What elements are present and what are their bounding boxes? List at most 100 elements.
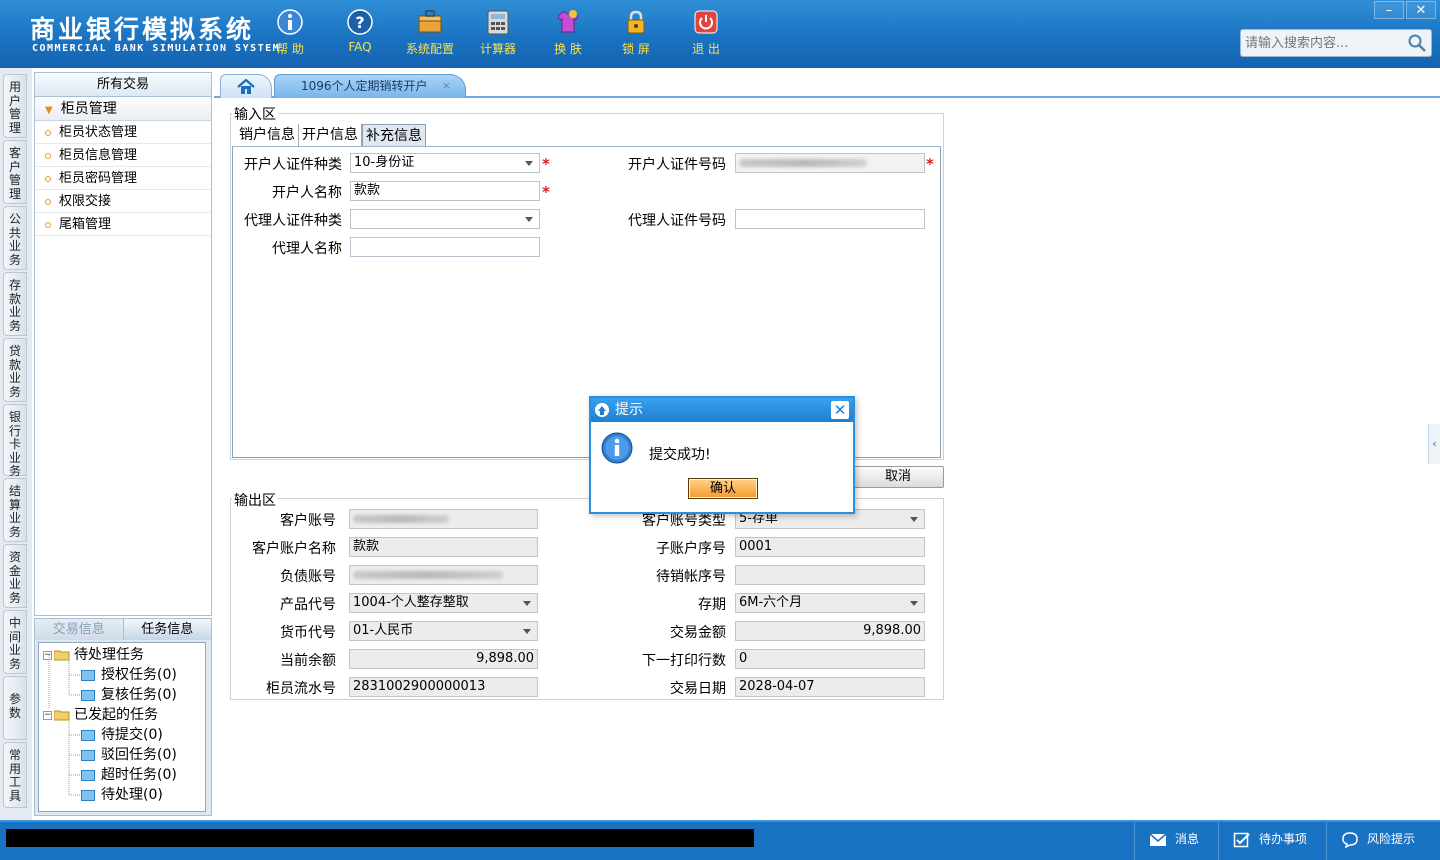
shirt-icon xyxy=(557,10,579,33)
info-icon xyxy=(277,9,303,35)
tree-node-label: 超时任务(0) xyxy=(101,767,177,783)
dropdown-arrow-icon xyxy=(525,217,533,222)
tab-transaction-info[interactable]: 交易信息 xyxy=(35,619,123,640)
messages-button[interactable]: 消息 xyxy=(1134,822,1214,860)
help-button[interactable]: 帮 助 xyxy=(258,8,322,57)
acct-name-label: 客户账户名称 xyxy=(252,541,336,557)
agent-id-type-select[interactable] xyxy=(350,209,540,229)
pending-seq-field xyxy=(735,565,925,585)
tab-current-transaction[interactable]: 1096个人定期销转开户 × xyxy=(274,74,466,98)
help-icon: ? xyxy=(347,9,373,35)
menu-item-label: 柜员密码管理 xyxy=(59,171,138,186)
info-icon xyxy=(601,432,633,464)
currency-select: 01-人民币 xyxy=(349,621,538,641)
agent-name-label: 代理人名称 xyxy=(272,241,342,257)
nav-loan-business[interactable]: 贷款业务 xyxy=(3,338,27,402)
tree-node-timeout[interactable]: 超时任务(0) xyxy=(81,766,177,784)
module-nav: 用户管理 客户管理 公共业务 存款业务 贷款业务 银行卡业务 结算业务 资金业务… xyxy=(0,68,32,820)
confirm-button[interactable]: 确认 xyxy=(688,478,758,499)
menu-item-label: 权限交接 xyxy=(59,194,112,209)
nav-common-tools[interactable]: 常用工具 xyxy=(3,742,27,808)
menu-item-cash-box[interactable]: 尾箱管理 xyxy=(35,213,211,236)
acct-field xyxy=(349,509,538,529)
tree-node-review-tasks[interactable]: 复核任务(0) xyxy=(81,686,177,704)
nav-parameters[interactable]: 参数 xyxy=(3,676,27,740)
teller-seq-field: 2831002900000013 xyxy=(349,677,538,697)
collapse-sidebar-handle[interactable]: ‹ xyxy=(1428,424,1440,464)
next-print-label: 下一打印行数 xyxy=(642,653,726,669)
id-no-field[interactable] xyxy=(735,153,925,173)
dropdown-arrow-icon xyxy=(910,517,918,522)
todo-label: 待办事项 xyxy=(1259,832,1308,846)
collapse-icon[interactable]: − xyxy=(43,710,52,720)
tab-home[interactable] xyxy=(220,74,272,98)
close-window-button[interactable]: ✕ xyxy=(1406,1,1436,19)
menu-item-teller-password[interactable]: 柜员密码管理 xyxy=(35,167,211,190)
folder-icon xyxy=(81,730,95,741)
subtab-supplementary[interactable]: 补充信息 xyxy=(362,124,426,146)
folder-icon xyxy=(81,670,95,681)
folder-open-icon xyxy=(54,710,70,721)
holder-name-label: 开户人名称 xyxy=(272,185,342,201)
nav-public-business[interactable]: 公共业务 xyxy=(3,206,27,270)
nav-deposit-business[interactable]: 存款业务 xyxy=(3,272,27,336)
close-tab-icon[interactable]: × xyxy=(442,75,451,97)
dialog-close-icon[interactable]: ✕ xyxy=(831,401,849,419)
todo-button[interactable]: 待办事项 xyxy=(1218,822,1322,860)
settings-button[interactable]: 系统配置 xyxy=(398,8,462,57)
dialog-titlebar: 提示 ✕ xyxy=(591,398,853,422)
tree-node-to-process[interactable]: 待处理(0) xyxy=(81,786,163,804)
exit-button[interactable]: 退 出 xyxy=(674,8,738,57)
nav-customer-management[interactable]: 客户管理 xyxy=(3,140,27,204)
tree-node-label: 待处理(0) xyxy=(101,787,163,803)
subtab-close-account[interactable]: 销户信息 xyxy=(236,124,299,146)
menu-item-teller-info[interactable]: 柜员信息管理 xyxy=(35,144,211,167)
collapse-icon[interactable]: − xyxy=(43,650,52,660)
currency-value: 01-人民币 xyxy=(353,623,414,638)
skin-label: 换 肤 xyxy=(554,42,582,56)
calculator-icon xyxy=(487,10,509,35)
task-tree: − 待处理任务 授权任务(0) 复核任务(0) − 已发起的任务 待提交(0) 驳回… xyxy=(38,642,206,812)
tree-node-to-submit[interactable]: 待提交(0) xyxy=(81,726,163,744)
calculator-button[interactable]: 计算器 xyxy=(466,8,530,57)
nav-intermediary-business[interactable]: 中间业务 xyxy=(3,610,27,674)
agent-name-field[interactable] xyxy=(350,237,540,257)
term-value: 6M-六个月 xyxy=(739,595,803,610)
nav-card-business[interactable]: 银行卡业务 xyxy=(3,404,27,478)
term-select: 6M-六个月 xyxy=(735,593,925,613)
redacted-value xyxy=(739,159,867,167)
tree-node-label: 复核任务(0) xyxy=(101,687,177,703)
tree-node-initiated-tasks[interactable]: − 已发起的任务 xyxy=(43,706,158,724)
holder-name-field[interactable]: 款款 xyxy=(350,181,540,201)
bullet-icon xyxy=(45,175,51,182)
menu-item-teller-status[interactable]: 柜员状态管理 xyxy=(35,121,211,144)
menu-item-permission-handover[interactable]: 权限交接 xyxy=(35,190,211,213)
search-input[interactable] xyxy=(1241,30,1401,56)
liability-acct-label: 负债账号 xyxy=(280,569,336,585)
id-type-select[interactable]: 10-身份证 xyxy=(350,153,540,173)
cancel-button[interactable]: 取消 xyxy=(846,466,944,488)
subtab-open-account[interactable]: 开户信息 xyxy=(299,124,362,146)
prompt-dialog: 提示 ✕ 提交成功! 确认 xyxy=(589,396,855,514)
dropdown-arrow-icon xyxy=(523,601,531,606)
nav-fund-business[interactable]: 资金业务 xyxy=(3,544,27,608)
menu-group-teller[interactable]: ▼ 柜员管理 xyxy=(35,97,211,121)
tree-node-auth-tasks[interactable]: 授权任务(0) xyxy=(81,666,177,684)
minimize-button[interactable]: – xyxy=(1374,1,1404,19)
nav-user-management[interactable]: 用户管理 xyxy=(3,74,27,138)
lock-screen-button[interactable]: 锁 屏 xyxy=(604,8,668,57)
tree-node-pending-tasks[interactable]: − 待处理任务 xyxy=(43,646,144,664)
skin-button[interactable]: 换 肤 xyxy=(536,8,600,57)
dialog-message: 提交成功! xyxy=(649,447,711,463)
required-mark: * xyxy=(542,183,550,201)
nav-settlement-business[interactable]: 结算业务 xyxy=(3,478,27,542)
agent-id-no-field[interactable] xyxy=(735,209,925,229)
required-mark: * xyxy=(926,155,934,173)
liability-acct-field xyxy=(349,565,538,585)
tree-node-rejected[interactable]: 驳回任务(0) xyxy=(81,746,177,764)
risk-alert-button[interactable]: 风险提示 xyxy=(1326,822,1440,860)
faq-button[interactable]: ? FAQ xyxy=(328,8,392,54)
bullet-icon xyxy=(45,198,51,205)
balance-field: 9,898.00 xyxy=(349,649,538,669)
search-icon[interactable] xyxy=(1407,33,1427,53)
